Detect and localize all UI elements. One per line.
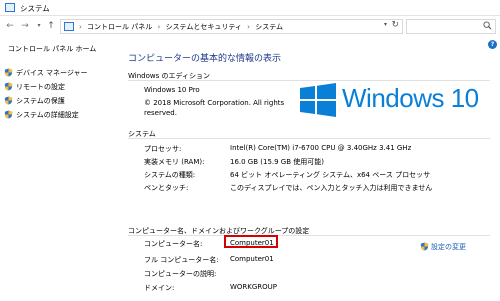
shield-icon — [4, 96, 13, 105]
windows-logo: Windows 10 — [300, 82, 486, 118]
refresh-icon[interactable]: ↻ — [391, 20, 399, 30]
windows-flag-icon — [300, 83, 336, 117]
computer-name-highlight — [224, 235, 278, 248]
sidebar-item-label: リモートの設定 — [16, 83, 65, 91]
window-title: システム — [20, 4, 50, 13]
address-dropdown-chevron-icon[interactable]: ▾ — [384, 21, 387, 28]
change-settings-label: 設定の変更 — [431, 243, 466, 251]
copyright-line-1: © 2018 Microsoft Corporation. All rights — [144, 99, 285, 107]
sidebar-item-label: システムの詳細設定 — [16, 111, 79, 119]
windows-logo-text: Windows 10 — [342, 83, 479, 113]
sidebar-item-label: システムの保護 — [16, 97, 65, 105]
copyright-line-2: reserved. — [144, 109, 177, 117]
search-icon — [483, 21, 492, 30]
sidebar-item-system-protection[interactable]: システムの保護 — [4, 96, 65, 106]
system-type-label: システムの種類: — [144, 171, 196, 179]
system-divider — [128, 138, 490, 139]
control-panel-icon — [64, 22, 74, 31]
shield-icon — [420, 242, 429, 251]
edition-divider — [128, 80, 490, 81]
processor-label: プロセッサ: — [144, 145, 182, 153]
full-computer-name-value: Computer01 — [230, 255, 274, 263]
system-window-icon — [5, 3, 15, 12]
sidebar-item-label: デバイス マネージャー — [16, 69, 88, 77]
breadcrumb-system[interactable]: システム — [255, 23, 283, 31]
forward-arrow-icon[interactable]: → — [19, 20, 31, 32]
computer-name-divider — [128, 235, 490, 236]
shield-icon — [4, 110, 13, 119]
breadcrumb: › コントロール パネル › システムとセキュリティ › システム — [79, 23, 284, 31]
ram-label: 実装メモリ (RAM): — [144, 158, 205, 166]
ram-value: 16.0 GB (15.9 GB 使用可能) — [230, 158, 324, 166]
sidebar: コントロール パネル ホーム デバイス マネージャー リモートの設定 システムの… — [0, 37, 117, 301]
address-bar[interactable]: › コントロール パネル › システムとセキュリティ › システム ▾ ↻ — [60, 19, 403, 34]
computer-name-label: コンピューター名: — [144, 240, 203, 248]
change-settings-link[interactable]: 設定の変更 — [420, 242, 466, 252]
page-title: コンピューターの基本的な情報の表示 — [128, 54, 282, 64]
shield-icon — [4, 68, 13, 77]
edition-name: Windows 10 Pro — [144, 86, 200, 94]
up-arrow-icon[interactable]: ↑ — [45, 20, 57, 32]
pen-touch-label: ペンとタッチ: — [144, 184, 189, 192]
full-computer-name-label: フル コンピューター名: — [144, 256, 219, 264]
recent-locations-chevron-icon[interactable]: ▾ — [33, 20, 45, 32]
search-input[interactable] — [406, 19, 496, 34]
computer-description-label: コンピューターの説明: — [144, 270, 217, 278]
sidebar-item-remote-settings[interactable]: リモートの設定 — [4, 82, 65, 92]
main-content: コンピューターの基本的な情報の表示 Windows のエディション Window… — [118, 37, 500, 301]
domain-label: ドメイン: — [144, 284, 175, 292]
control-panel-home-link[interactable]: コントロール パネル ホーム — [8, 44, 96, 54]
navigation-bar: ← → ▾ ↑ › コントロール パネル › システムとセキュリティ › システ… — [0, 17, 500, 36]
shield-icon — [4, 82, 13, 91]
breadcrumb-control-panel[interactable]: コントロール パネル — [87, 23, 152, 31]
system-type-value: 64 ビット オペレーティング システム、x64 ベース プロセッサ — [230, 171, 431, 179]
breadcrumb-system-security[interactable]: システムとセキュリティ — [166, 23, 242, 31]
sidebar-item-advanced-settings[interactable]: システムの詳細設定 — [4, 110, 79, 120]
processor-value: Intel(R) Core(TM) i7-6700 CPU @ 3.40GHz … — [230, 144, 412, 152]
sidebar-item-device-manager[interactable]: デバイス マネージャー — [4, 68, 88, 78]
pen-touch-value: このディスプレイでは、ペン入力とタッチ入力は利用できません — [230, 184, 433, 192]
domain-value: WORKGROUP — [230, 283, 278, 291]
title-bar: システム — [0, 0, 500, 16]
back-arrow-icon[interactable]: ← — [4, 20, 16, 32]
